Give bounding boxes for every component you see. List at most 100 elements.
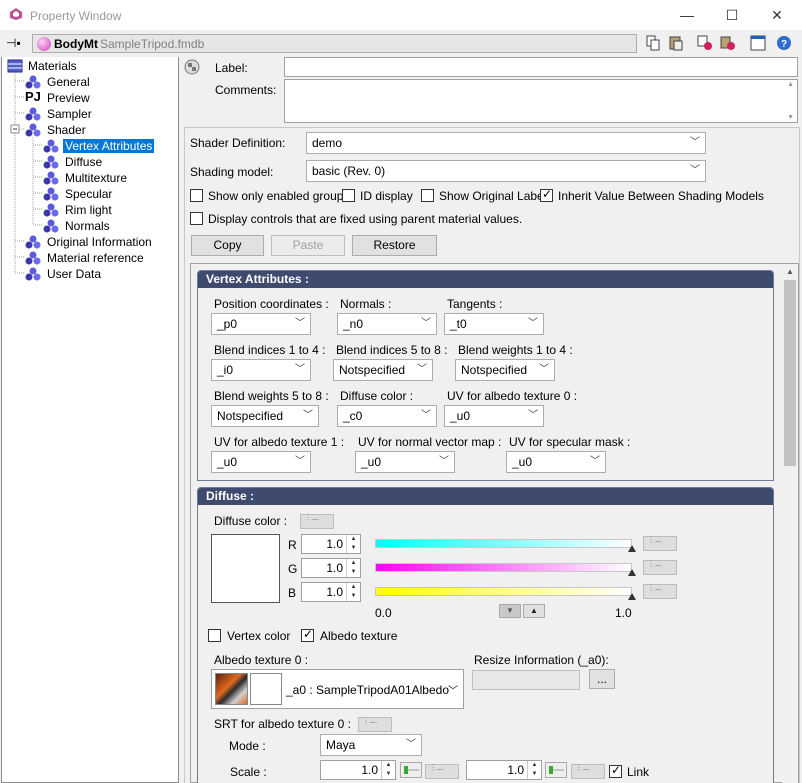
- tree-item-rim-light[interactable]: Rim light: [43, 202, 112, 218]
- tree-item-label: Sampler: [47, 107, 92, 121]
- tree-item-general[interactable]: General: [25, 74, 90, 90]
- scroll-up-arrow-icon[interactable]: ▲: [786, 267, 794, 276]
- tree-item-preview[interactable]: PJ Preview: [25, 90, 90, 106]
- resize-info-button[interactable]: ...: [589, 669, 615, 689]
- spin-arrows-icon[interactable]: ▲ ▼: [346, 559, 360, 577]
- field-label: Blend indices 5 to 8 :: [336, 343, 448, 357]
- tree-item-specular[interactable]: Specular: [43, 186, 112, 202]
- id-display-checkbox[interactable]: [342, 189, 355, 202]
- field-label: Normals :: [340, 297, 392, 311]
- normals-select[interactable]: _n0 ﹀: [337, 313, 437, 335]
- comments-input[interactable]: ▲ ▼: [284, 79, 798, 123]
- vertex-color-checkbox[interactable]: [208, 629, 221, 642]
- slider-popup-icon[interactable]: [545, 762, 567, 778]
- tree-item-diffuse[interactable]: Diffuse: [43, 154, 102, 170]
- blend-indices-1-4-select[interactable]: _i0 ﹀: [211, 359, 311, 381]
- srt-anim-button[interactable]: [358, 716, 392, 732]
- help-icon[interactable]: ?: [776, 35, 792, 51]
- close-icon[interactable]: ✕: [767, 6, 787, 24]
- copy-icon[interactable]: [645, 35, 661, 51]
- diffuse-color-anim-button[interactable]: [300, 513, 334, 529]
- show-original-label-checkbox[interactable]: [421, 189, 434, 202]
- tree-item-sampler[interactable]: Sampler: [25, 106, 92, 122]
- tree-item-multitexture[interactable]: Multitexture: [43, 170, 127, 186]
- diffuse-color-swatch[interactable]: [211, 534, 280, 603]
- uv-albedo-0-select[interactable]: _u0 ﹀: [444, 405, 544, 427]
- display-fixed-controls-checkbox[interactable]: [190, 212, 203, 225]
- show-enabled-groups-checkbox[interactable]: [190, 189, 203, 202]
- scale-x-anim-button[interactable]: [425, 763, 459, 779]
- window-settings-icon[interactable]: [750, 35, 766, 51]
- range-down-button[interactable]: ▼: [499, 604, 521, 618]
- label-input[interactable]: [284, 57, 798, 77]
- spin-arrows-icon[interactable]: ▲ ▼: [381, 761, 395, 779]
- link-checkbox[interactable]: [609, 763, 622, 778]
- g-slider-thumb[interactable]: [628, 569, 636, 576]
- scroll-down-icon[interactable]: ▼: [787, 114, 794, 121]
- scale-y-anim-button[interactable]: [571, 763, 605, 779]
- blend-indices-5-8-select[interactable]: Notspecified ﹀: [333, 359, 433, 381]
- minimize-icon[interactable]: —: [677, 6, 697, 24]
- field-label: Position coordinates :: [214, 297, 329, 311]
- uv-specular-mask-select[interactable]: _u0 ﹀: [506, 451, 606, 473]
- inherit-value-checkbox[interactable]: [540, 187, 553, 202]
- uv-normal-map-select[interactable]: _u0 ﹀: [355, 451, 455, 473]
- scale-x-spinner[interactable]: 1.0 ▲ ▼: [320, 760, 396, 780]
- shading-model-select[interactable]: basic (Rev. 0) ﹀: [306, 160, 706, 182]
- r-slider-track[interactable]: [375, 539, 632, 548]
- r-anim-button[interactable]: [643, 535, 677, 551]
- pin-icon[interactable]: ⊣▪: [6, 36, 21, 50]
- blend-weights-5-8-select[interactable]: Notspecified ﹀: [211, 405, 319, 427]
- tree-item-original-information[interactable]: Original Information: [25, 234, 152, 250]
- restore-button[interactable]: Restore: [352, 235, 437, 256]
- position-coordinates-select[interactable]: _p0 ﹀: [211, 313, 311, 335]
- paste-material-icon[interactable]: [720, 35, 736, 51]
- diffuse-color-attr-select[interactable]: _c0 ﹀: [337, 405, 437, 427]
- albedo-texture-0-select[interactable]: _a0 : SampleTripodA01Albedo ﹀: [211, 669, 464, 709]
- mode-select[interactable]: Maya ﹀: [320, 734, 422, 756]
- material-tree[interactable]: Materials General PJ Preview Sampler Sha…: [1, 57, 179, 783]
- b-spinner[interactable]: 1.0 ▲ ▼: [301, 582, 361, 602]
- tree-item-user-data[interactable]: User Data: [25, 266, 101, 282]
- tree-item-normals[interactable]: Normals: [43, 218, 110, 234]
- tree-item-vertex-attributes[interactable]: Vertex Attributes: [43, 138, 155, 154]
- scale-y-spinner[interactable]: 1.0 ▲ ▼: [466, 760, 542, 780]
- paste-icon[interactable]: [668, 35, 684, 51]
- g-slider-track[interactable]: [375, 563, 632, 572]
- vertical-scrollbar[interactable]: ▲: [782, 264, 798, 783]
- maximize-icon[interactable]: ☐: [722, 6, 742, 24]
- copy-material-icon[interactable]: [697, 35, 713, 51]
- slider-popup-icon[interactable]: [400, 762, 422, 778]
- spin-arrows-icon[interactable]: ▲ ▼: [527, 761, 541, 779]
- tree-item-label: Material reference: [47, 251, 144, 265]
- r-slider-thumb[interactable]: [628, 545, 636, 552]
- vertex-attributes-header[interactable]: Vertex Attributes :: [198, 271, 773, 288]
- spin-arrows-icon[interactable]: ▲ ▼: [346, 583, 360, 601]
- inherit-value-label: Inherit Value Between Shading Models: [558, 189, 764, 203]
- shader-group-icon: [43, 203, 59, 217]
- paste-button[interactable]: Paste: [271, 235, 345, 256]
- materials-icon: [7, 59, 23, 73]
- copy-button[interactable]: Copy: [191, 235, 264, 256]
- blend-weights-1-4-select[interactable]: Notspecified ﹀: [455, 359, 555, 381]
- b-slider-track[interactable]: [375, 587, 632, 596]
- scrollbar-thumb[interactable]: [784, 280, 796, 466]
- uv-albedo-1-select[interactable]: _u0 ﹀: [211, 451, 311, 473]
- material-path-field[interactable]: BodyMt SampleTripod.fmdb: [32, 34, 637, 53]
- g-anim-button[interactable]: [643, 559, 677, 575]
- b-slider-thumb[interactable]: [628, 593, 636, 600]
- tree-item-materials[interactable]: Materials: [7, 58, 77, 74]
- app-icon: [10, 8, 22, 20]
- tree-item-shader[interactable]: Shader: [25, 122, 86, 138]
- scroll-up-icon[interactable]: ▲: [787, 81, 794, 88]
- tangents-select[interactable]: _t0 ﹀: [444, 313, 544, 335]
- albedo-texture-checkbox[interactable]: [301, 627, 314, 642]
- tree-item-material-reference[interactable]: Material reference: [25, 250, 144, 266]
- shader-definition-select[interactable]: demo ﹀: [306, 132, 706, 154]
- diffuse-header[interactable]: Diffuse :: [198, 488, 773, 505]
- g-spinner[interactable]: 1.0 ▲ ▼: [301, 558, 361, 578]
- range-up-button[interactable]: ▲: [523, 604, 545, 618]
- spin-arrows-icon[interactable]: ▲ ▼: [346, 535, 360, 553]
- b-anim-button[interactable]: [643, 583, 677, 599]
- r-spinner[interactable]: 1.0 ▲ ▼: [301, 534, 361, 554]
